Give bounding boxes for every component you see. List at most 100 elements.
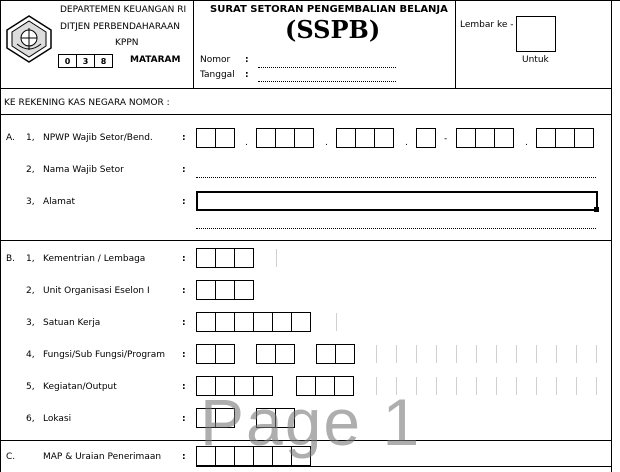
code-cell[interactable] — [256, 128, 276, 148]
field-b2-num: 2, — [26, 286, 35, 296]
code-cell[interactable] — [555, 128, 575, 148]
subfungsi-code[interactable] — [256, 344, 295, 364]
field-map-label: MAP & Uraian Penerimaan — [43, 452, 162, 462]
tanggal-field[interactable] — [258, 81, 396, 82]
grid-line — [496, 377, 497, 395]
code-cell[interactable] — [536, 128, 556, 148]
npwp-sep: . — [525, 138, 528, 148]
grid-line — [0, 114, 612, 115]
lokasi-code[interactable] — [196, 408, 235, 428]
code-cell[interactable] — [334, 376, 354, 396]
map-code[interactable] — [196, 446, 311, 466]
grid-line — [0, 88, 612, 89]
untuk-label: Untuk — [522, 55, 549, 65]
grid-line — [436, 345, 437, 363]
code-cell[interactable] — [336, 128, 356, 148]
code-cell[interactable] — [215, 344, 235, 364]
satker-code[interactable] — [196, 312, 311, 332]
code-cell[interactable] — [215, 248, 235, 268]
code-cell[interactable] — [475, 128, 495, 148]
fungsi-code[interactable] — [196, 344, 235, 364]
kementrian-colon: : — [182, 254, 186, 264]
code-cell[interactable] — [215, 312, 235, 332]
form-title: SURAT SETORAN PENGEMBALIAN BELANJA — [210, 4, 448, 15]
code-cell[interactable] — [275, 408, 295, 428]
code-cell[interactable] — [215, 376, 235, 396]
tanggal-label: Tanggal — [200, 70, 235, 80]
output-code[interactable] — [296, 376, 354, 396]
code-cell[interactable] — [196, 312, 216, 332]
code-cell[interactable] — [215, 408, 235, 428]
npwp-group-6[interactable] — [536, 128, 594, 148]
code-cell[interactable] — [215, 280, 235, 300]
code-cell[interactable] — [456, 128, 476, 148]
fill-handle[interactable] — [594, 207, 599, 212]
code-cell[interactable] — [215, 446, 235, 466]
kegiatan-code[interactable] — [196, 376, 273, 396]
grid-line — [556, 345, 557, 363]
code-cell[interactable] — [275, 344, 295, 364]
unit-colon: : — [182, 286, 186, 296]
npwp-group-5[interactable] — [456, 128, 514, 148]
code-cell[interactable] — [234, 446, 254, 466]
grid-line — [193, 0, 194, 88]
code-cell[interactable] — [355, 128, 375, 148]
alamat-field-line-2[interactable] — [196, 228, 596, 229]
alamat-field[interactable] — [196, 191, 598, 211]
alamat-colon: : — [182, 197, 186, 207]
code-cell[interactable] — [234, 376, 254, 396]
code-cell[interactable] — [253, 376, 273, 396]
field-a2-num: 2, — [26, 165, 35, 175]
npwp-group-2[interactable] — [256, 128, 314, 148]
lokasi-code-2[interactable] — [256, 408, 295, 428]
npwp-group-1[interactable] — [196, 128, 235, 148]
grid-line — [576, 345, 577, 363]
code-cell[interactable] — [296, 376, 316, 396]
code-cell[interactable] — [234, 312, 254, 332]
field-satker-label: Satuan Kerja — [43, 318, 101, 328]
code-cell[interactable] — [272, 446, 292, 466]
code-cell[interactable] — [234, 248, 254, 268]
nomor-field[interactable] — [258, 67, 396, 68]
code-cell[interactable] — [253, 312, 273, 332]
code-cell[interactable] — [275, 128, 295, 148]
form-subtitle: (SSPB) — [285, 15, 381, 44]
code-cell[interactable] — [196, 446, 216, 466]
code-cell[interactable] — [196, 344, 216, 364]
nama-field[interactable] — [196, 177, 596, 178]
npwp-group-3[interactable] — [336, 128, 394, 148]
program-code[interactable] — [316, 344, 355, 364]
code-cell[interactable] — [494, 128, 514, 148]
code-cell[interactable] — [374, 128, 394, 148]
field-nama-label: Nama Wajib Setor — [43, 165, 124, 175]
code-cell[interactable] — [196, 280, 216, 300]
npwp-sep: - — [444, 134, 448, 144]
code-cell[interactable] — [335, 344, 355, 364]
code-cell[interactable] — [234, 280, 254, 300]
grid-line — [376, 377, 377, 395]
code-cell[interactable] — [294, 128, 314, 148]
grid-line — [0, 240, 612, 241]
kementrian-code[interactable] — [196, 248, 254, 268]
npwp-sep: . — [325, 138, 328, 148]
code-cell[interactable] — [196, 376, 216, 396]
code-cell[interactable] — [256, 344, 276, 364]
code-cell[interactable] — [215, 128, 235, 148]
code-cell[interactable] — [196, 128, 216, 148]
npwp-group-4[interactable] — [416, 128, 436, 148]
code-cell[interactable] — [253, 446, 273, 466]
code-cell[interactable] — [196, 248, 216, 268]
code-cell[interactable] — [196, 408, 216, 428]
grid-line — [336, 313, 337, 331]
code-cell[interactable] — [291, 312, 311, 332]
unit-code[interactable] — [196, 280, 254, 300]
code-cell[interactable] — [256, 408, 276, 428]
code-cell[interactable] — [315, 376, 335, 396]
lembar-box[interactable] — [516, 16, 556, 52]
grid-line — [0, 440, 612, 441]
code-cell[interactable] — [574, 128, 594, 148]
code-cell[interactable] — [316, 344, 336, 364]
code-cell[interactable] — [291, 446, 311, 466]
code-cell[interactable] — [416, 128, 436, 148]
code-cell[interactable] — [272, 312, 292, 332]
